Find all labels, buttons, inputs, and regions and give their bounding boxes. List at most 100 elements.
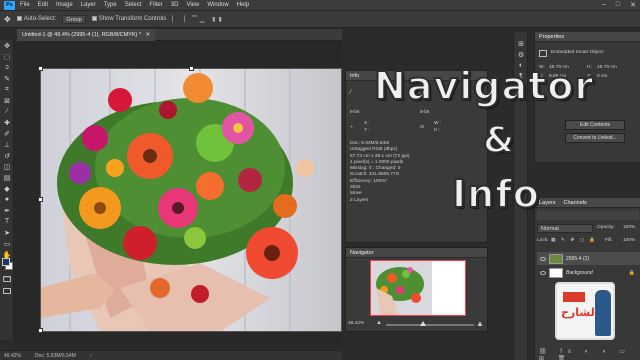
group-select[interactable]: Group [62, 14, 86, 24]
document-tab-label: Untitled-1 @ 49.4% (2995-4 (1), RGB/8/CM… [22, 32, 141, 38]
tab-layers[interactable]: Layers [539, 198, 556, 207]
path-select-tool-icon[interactable]: ➤ [0, 227, 14, 238]
fill-value[interactable]: 100% [623, 238, 635, 244]
fill-label: Fill: [605, 238, 613, 243]
opacity-value[interactable]: 100% [623, 225, 635, 231]
brush-tool-icon[interactable]: ✐ [0, 128, 14, 139]
layer-row-background[interactable]: Background 🔒 [537, 266, 640, 279]
transform-handle-bottom-left[interactable] [38, 328, 43, 333]
gradient-tool-icon[interactable]: ▤ [0, 172, 14, 183]
menu-file[interactable]: File [20, 2, 30, 8]
convert-to-linked-button[interactable]: Convert to Linked... [565, 133, 625, 143]
eraser-tool-icon[interactable]: ◫ [0, 161, 14, 172]
navigator-panel-tab[interactable]: Navigator [346, 248, 487, 258]
prop-y-value[interactable]: 0 cm [597, 74, 607, 80]
layer-name[interactable]: Background [566, 270, 593, 276]
screen-mode-icon[interactable] [3, 288, 11, 294]
info-h-label: H : [434, 128, 441, 133]
minimize-icon[interactable]: – [602, 1, 606, 9]
navigator-slider-thumb[interactable] [420, 321, 426, 326]
layer-row-smart-object[interactable]: 2995-4 (1) [537, 252, 640, 265]
menu-view[interactable]: View [186, 2, 199, 8]
zoom-level[interactable]: 49.42% [4, 353, 21, 359]
info-x-label: X : [364, 121, 370, 126]
status-arrow-icon[interactable]: › [90, 353, 92, 359]
maximize-icon[interactable]: □ [616, 1, 620, 9]
zoom-out-icon[interactable]: ▲ [376, 320, 382, 326]
pen-tool-icon[interactable]: ✒ [0, 205, 14, 216]
blend-mode-select[interactable]: Normal [537, 224, 593, 233]
navigator-view-box[interactable] [370, 260, 466, 316]
menu-3d[interactable]: 3D [171, 2, 179, 8]
menu-edit[interactable]: Edit [38, 2, 48, 8]
eye-icon[interactable] [540, 256, 546, 261]
lasso-tool-icon[interactable]: ↄ [0, 62, 14, 73]
transform-handle-mid-left[interactable] [38, 197, 43, 202]
tools-panel: ✥ ⬚ ↄ ✎ ⌗ ⊠ ∕ ✚ ✐ ⊥ ↺ ◫ ▤ ◆ ● ✒ T ➤ ▭ ✋ … [0, 40, 14, 340]
crop-tool-icon[interactable]: ⌗ [0, 84, 14, 95]
menu-help[interactable]: Help [237, 2, 249, 8]
eye-icon[interactable] [540, 270, 546, 275]
move-tool-icon[interactable]: ✥ [0, 40, 14, 51]
marquee-tool-icon[interactable]: ⬚ [0, 51, 14, 62]
overlay-title-line3: Info [451, 171, 540, 217]
history-panel-icon[interactable]: ⊞ [514, 38, 528, 49]
lock-label: Lock: [537, 238, 549, 243]
document-tab[interactable]: Untitled-1 @ 49.4% (2995-4 (1), RGB/8/CM… [17, 29, 156, 41]
move-tool-icon[interactable]: ✥ [4, 15, 11, 24]
foreground-color-swatch[interactable] [2, 258, 10, 266]
quick-select-tool-icon[interactable]: ✎ [0, 73, 14, 84]
options-bar: ✥ Auto-Select: Group Show Transform Cont… [0, 11, 640, 28]
blur-tool-icon[interactable]: ◆ [0, 183, 14, 194]
menu-image[interactable]: Image [56, 2, 73, 8]
menu-select[interactable]: Select [125, 2, 142, 8]
logo-flag-icon [563, 292, 585, 302]
layers-footer-icons[interactable]: ⛓ fx ◐ ◑ ▭ ⊞ 🗑 [539, 348, 640, 360]
quick-mask-icon[interactable] [3, 276, 11, 282]
stamp-tool-icon[interactable]: ⊥ [0, 139, 14, 150]
transform-bounding-box[interactable] [40, 68, 342, 332]
properties-panel-tab[interactable]: Properties [535, 32, 640, 42]
doc-size[interactable]: Doc: 5.93M/6.54M [35, 353, 76, 359]
eyedropper-tool-icon[interactable]: ∕ [0, 106, 14, 117]
overlay-title-line1: Navigator [373, 63, 595, 109]
info-y-label: Y : [364, 128, 370, 133]
close-icon[interactable]: ✕ [630, 1, 636, 9]
transform-handle-top-center[interactable] [189, 66, 194, 71]
crosshair-icon: +, [350, 125, 355, 130]
opacity-label: Opacity: [597, 225, 615, 230]
show-transform-checkbox[interactable]: Show Transform Controls [91, 15, 166, 22]
overlay-title-ampersand: & [482, 119, 516, 162]
tab-close-icon[interactable]: ✕ [146, 32, 151, 38]
logo-text: الشارح [561, 306, 599, 319]
shape-tool-icon[interactable]: ▭ [0, 238, 14, 249]
transform-handle-top-left[interactable] [38, 66, 43, 71]
auto-select-checkbox[interactable]: Auto-Select: [16, 15, 56, 22]
history-brush-icon[interactable]: ↺ [0, 150, 14, 161]
navigator-zoom-slider[interactable] [386, 324, 474, 326]
zoom-in-icon[interactable]: ▲ [476, 319, 484, 328]
menu-type[interactable]: Type [104, 2, 117, 8]
info-bits-right: 8-bit [420, 110, 430, 115]
align-icons[interactable]: ▏▕ ▔▁ ▮▮ [172, 16, 224, 23]
canvas-area [15, 41, 342, 349]
layer-thumbnail [549, 267, 563, 278]
type-tool-icon[interactable]: T [0, 216, 14, 227]
layer-name[interactable]: 2995-4 (1) [566, 256, 589, 262]
menu-filter[interactable]: Filter [149, 2, 162, 8]
frame-tool-icon[interactable]: ⊠ [0, 95, 14, 106]
edit-contents-button[interactable]: Edit Contents [565, 120, 625, 130]
window-controls: – □ ✕ [602, 1, 636, 9]
dodge-tool-icon[interactable]: ● [0, 194, 14, 205]
channel-logo: الشارح [555, 282, 615, 340]
menu-window[interactable]: Window [207, 2, 228, 8]
menu-layer[interactable]: Layer [81, 2, 96, 8]
properties-panel-icon[interactable]: ⚙ [514, 49, 528, 60]
layer-filter-row[interactable] [537, 211, 639, 220]
prop-h-value[interactable]: 48.79 cm [597, 65, 617, 71]
tab-channels[interactable]: Channels [564, 198, 587, 207]
navigator-zoom-value[interactable]: 49.42% [348, 321, 364, 327]
lock-icons[interactable]: ▦ ✎ ✥ ▢ 🔒 [551, 238, 597, 244]
size-icon: ⊡ [420, 125, 425, 130]
healing-tool-icon[interactable]: ✚ [0, 117, 14, 128]
